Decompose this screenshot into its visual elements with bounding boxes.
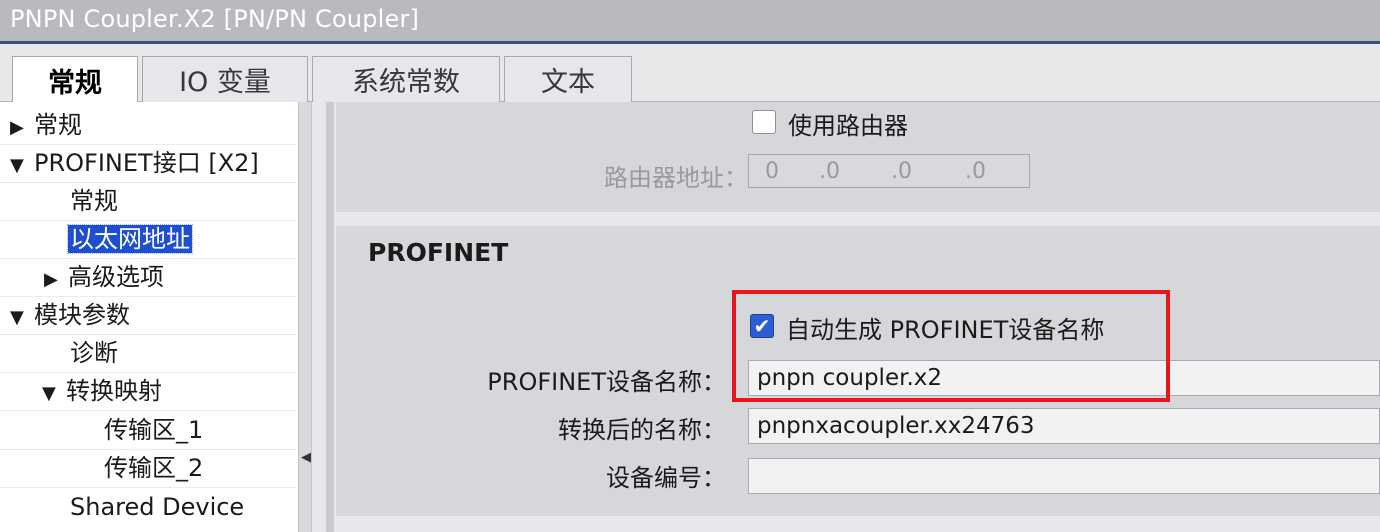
router-address-octet: .0 [819, 159, 840, 184]
tree-item-ethernet-address[interactable]: 以太网地址 [67, 221, 193, 257]
profinet-section-title: PROFINET [368, 238, 509, 267]
tree-item-label: Shared Device [70, 493, 245, 521]
tab-system-constants[interactable]: 系统常数 [312, 56, 500, 102]
tree-item-diagnostics[interactable]: 诊断 [70, 335, 118, 371]
panel-splitter[interactable]: ◀ [298, 102, 312, 532]
expander-collapsed-icon[interactable]: ▶ [44, 262, 68, 298]
tree-item-label: 诊断 [70, 339, 118, 367]
tab-strip: 常规 IO 变量 系统常数 文本 [0, 47, 1380, 103]
use-router-checkbox[interactable] [752, 110, 776, 134]
tree-item-transfer-area-2[interactable]: 传输区_2 [104, 450, 203, 486]
router-address-field[interactable]: 0 .0 .0 .0 [748, 154, 1030, 188]
divider [0, 182, 296, 183]
tree-item-general[interactable]: ▶ 常规 [10, 107, 82, 143]
tree-item-interface-general[interactable]: 常规 [70, 183, 118, 219]
tree-item-conversion-mapping[interactable]: ▼ 转换映射 [42, 373, 162, 409]
divider [0, 334, 296, 335]
expander-expanded-icon[interactable]: ▼ [42, 376, 66, 412]
tree-item-module-parameters[interactable]: ▼ 模块参数 [10, 297, 130, 333]
expander-collapsed-icon[interactable]: ▶ [10, 110, 34, 146]
tab-texts[interactable]: 文本 [504, 56, 632, 102]
tree-item-label: 转换映射 [66, 377, 162, 405]
tree-item-label: 传输区_1 [104, 416, 204, 444]
tree-item-profinet-interface[interactable]: ▼ PROFINET接口 [X2] [10, 145, 259, 181]
properties-content: 使用路由器 路由器地址： 0 .0 .0 .0 PROFINET ✔ 自动生成 … [312, 102, 1380, 532]
window-title-bar: PNPN Coupler.X2 [PN/PN Coupler] [0, 0, 1380, 44]
use-router-label: 使用路由器 [788, 112, 908, 140]
collapse-arrow-icon[interactable]: ◀ [301, 450, 311, 465]
tree-item-label: PROFINET接口 [X2] [34, 149, 259, 177]
device-name-label: PROFINET设备名称： [487, 368, 726, 396]
tree-item-shared-device[interactable]: Shared Device [70, 489, 244, 525]
converted-name-label: 转换后的名称： [558, 416, 726, 444]
tree-item-transfer-area-1[interactable]: 传输区_1 [104, 412, 203, 448]
tab-io-tags[interactable]: IO 变量 [142, 56, 308, 102]
router-address-octet: .0 [965, 159, 986, 184]
tree-item-label: 常规 [34, 111, 82, 139]
content-scroll-edge [326, 102, 334, 532]
router-address-label: 路由器地址： [604, 164, 748, 192]
tab-general[interactable]: 常规 [12, 56, 138, 103]
expander-expanded-icon[interactable]: ▼ [10, 148, 34, 184]
router-panel: 使用路由器 路由器地址： 0 .0 .0 .0 [336, 102, 1380, 212]
router-address-octet: .0 [891, 159, 912, 184]
tree-item-label: 模块参数 [34, 301, 130, 329]
tree-item-advanced-options[interactable]: ▶ 高级选项 [44, 259, 164, 295]
highlight-box [732, 290, 1170, 402]
divider [0, 410, 296, 411]
router-address-octet: 0 [765, 159, 779, 184]
device-number-label: 设备编号： [606, 464, 726, 492]
tree-item-label: 传输区_2 [104, 454, 204, 482]
tree-item-label: 高级选项 [68, 263, 164, 291]
tree-item-label: 常规 [70, 187, 118, 215]
window-title: PNPN Coupler.X2 [PN/PN Coupler] [10, 5, 420, 33]
expander-expanded-icon[interactable]: ▼ [10, 300, 34, 336]
device-number-input[interactable] [748, 458, 1380, 494]
converted-name-field: pnpnxacoupler.xx24763 [748, 408, 1380, 444]
navigation-tree: ▶ 常规 ▼ PROFINET接口 [X2] 常规 以太网地址 ▶ 高级选项 ▼ 模块参… [0, 102, 298, 532]
divider [0, 487, 296, 488]
tree-item-label: 以太网地址 [67, 224, 193, 254]
